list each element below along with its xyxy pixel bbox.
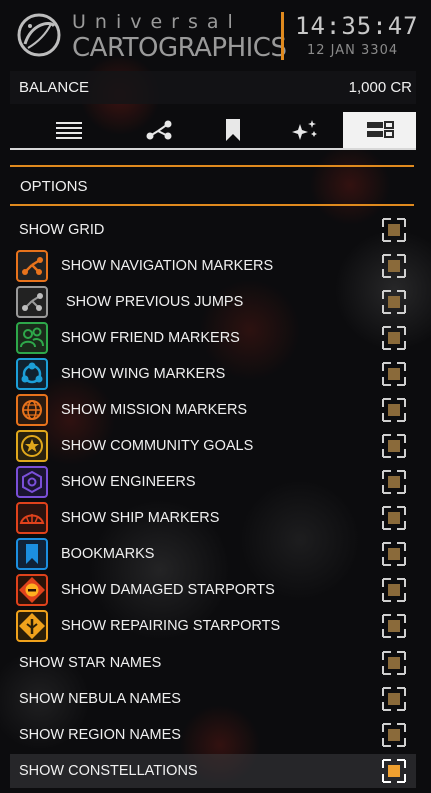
- option-label: SHOW WING MARKERS: [61, 366, 226, 382]
- tab-list[interactable]: [34, 112, 104, 148]
- checkbox[interactable]: [382, 254, 406, 278]
- option-label: SHOW FRIEND MARKERS: [61, 330, 240, 346]
- option-show-wing-markers[interactable]: SHOW WING MARKERS: [10, 357, 416, 391]
- brand-name-top: Universal: [72, 11, 242, 33]
- mission-icon: [16, 394, 48, 426]
- damaged-starport-icon: [16, 574, 48, 606]
- checkbox[interactable]: [382, 398, 406, 422]
- options-title: OPTIONS: [20, 178, 88, 195]
- clock-date: 12 JAN 3304: [307, 43, 399, 58]
- engineer-icon: [16, 466, 48, 498]
- checkbox[interactable]: [382, 434, 406, 458]
- option-show-repairing-starports[interactable]: SHOW REPAIRING STARPORTS: [10, 609, 416, 643]
- brand-name-bottom: CARTOGRAPHICS: [72, 33, 287, 63]
- checkbox[interactable]: [382, 290, 406, 314]
- option-label: BOOKMARKS: [61, 546, 155, 562]
- community-goal-icon: [16, 430, 48, 462]
- checkbox[interactable]: [382, 362, 406, 386]
- option-show-damaged-starports[interactable]: SHOW DAMAGED STARPORTS: [10, 573, 416, 607]
- balance-value: 1,000 CR: [348, 79, 412, 96]
- option-show-ship-markers[interactable]: SHOW SHIP MARKERS: [10, 501, 416, 535]
- options-rule-bottom: [10, 204, 414, 206]
- options-rule-top: [10, 165, 414, 167]
- option-label: SHOW NEBULA NAMES: [19, 691, 181, 707]
- universal-cartographics-logo-icon: [17, 13, 61, 57]
- tab-sparkle[interactable]: [270, 112, 340, 148]
- tab-options[interactable]: [343, 112, 416, 148]
- balance-bar: BALANCE 1,000 CR: [10, 71, 416, 104]
- checkbox[interactable]: [382, 470, 406, 494]
- option-label: SHOW STAR NAMES: [19, 655, 162, 671]
- checkbox[interactable]: [382, 218, 406, 242]
- checkbox[interactable]: [382, 723, 406, 747]
- ship-icon: [16, 502, 48, 534]
- checkbox[interactable]: [382, 542, 406, 566]
- option-show-constellations[interactable]: SHOW CONSTELLATIONS: [10, 754, 416, 788]
- option-label: SHOW ENGINEERS: [61, 474, 196, 490]
- option-label: SHOW GRID: [19, 222, 105, 238]
- option-show-navigation-markers[interactable]: SHOW NAVIGATION MARKERS: [10, 249, 416, 283]
- option-label: SHOW CONSTELLATIONS: [19, 763, 198, 779]
- option-show-engineers[interactable]: SHOW ENGINEERS: [10, 465, 416, 499]
- tab-bookmarks[interactable]: [198, 112, 268, 148]
- option-show-region-names[interactable]: SHOW REGION NAMES: [10, 718, 416, 752]
- checkbox[interactable]: [382, 614, 406, 638]
- option-label: SHOW NAVIGATION MARKERS: [61, 258, 274, 274]
- option-label: SHOW DAMAGED STARPORTS: [61, 582, 275, 598]
- option-label: SHOW REPAIRING STARPORTS: [61, 618, 281, 634]
- option-label: SHOW MISSION MARKERS: [61, 402, 248, 418]
- option-show-grid[interactable]: SHOW GRID: [10, 213, 416, 247]
- option-label: SHOW COMMUNITY GOALS: [61, 438, 254, 454]
- option-label: SHOW SHIP MARKERS: [61, 510, 220, 526]
- repairing-starport-icon: [16, 610, 48, 642]
- bookmark-icon: [226, 119, 240, 141]
- option-show-community-goals[interactable]: SHOW COMMUNITY GOALS: [10, 429, 416, 463]
- header: Universal CARTOGRAPHICS 14:35:47 12 JAN …: [0, 0, 431, 70]
- navigation-icon: [16, 250, 48, 282]
- route-icon: [146, 120, 172, 140]
- checkbox[interactable]: [382, 506, 406, 530]
- checkbox[interactable]: [382, 651, 406, 675]
- option-show-star-names[interactable]: SHOW STAR NAMES: [10, 646, 416, 680]
- list-icon: [56, 122, 82, 139]
- previous-jumps-icon: [16, 286, 48, 318]
- header-divider: [281, 12, 284, 60]
- clock-time: 14:35:47: [295, 12, 419, 40]
- option-label: SHOW PREVIOUS JUMPS: [66, 294, 244, 310]
- checkbox[interactable]: [382, 326, 406, 350]
- option-show-friend-markers[interactable]: SHOW FRIEND MARKERS: [10, 321, 416, 355]
- tab-route[interactable]: [124, 112, 194, 148]
- checkbox[interactable]: [382, 687, 406, 711]
- wing-icon: [16, 358, 48, 390]
- tab-bar: [10, 112, 416, 150]
- balance-label: BALANCE: [19, 79, 90, 96]
- option-label: SHOW REGION NAMES: [19, 727, 181, 743]
- option-show-nebula-names[interactable]: SHOW NEBULA NAMES: [10, 682, 416, 716]
- sparkle-icon: [292, 120, 317, 140]
- checkbox-checked[interactable]: [382, 759, 406, 783]
- checkbox[interactable]: [382, 578, 406, 602]
- friend-icon: [16, 322, 48, 354]
- option-bookmarks[interactable]: BOOKMARKS: [10, 537, 416, 571]
- options-icon: [366, 121, 394, 138]
- bookmark-icon: [16, 538, 48, 570]
- option-show-previous-jumps[interactable]: SHOW PREVIOUS JUMPS: [10, 285, 416, 319]
- option-show-mission-markers[interactable]: SHOW MISSION MARKERS: [10, 393, 416, 427]
